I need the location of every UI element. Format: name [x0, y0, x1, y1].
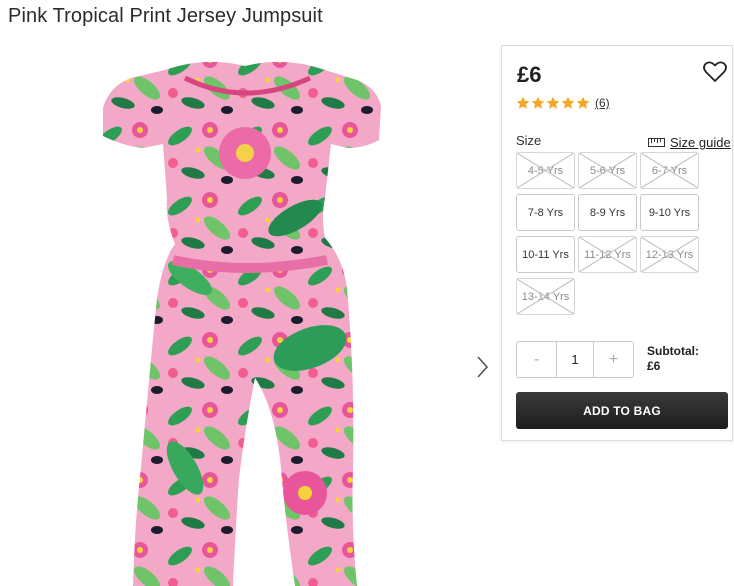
quantity-increase-button[interactable]: + [594, 342, 633, 377]
subtotal-value: £6 [647, 359, 661, 373]
size-option-label: 4-5 Yrs [527, 164, 564, 177]
quantity-decrease-button[interactable]: - [517, 342, 556, 377]
size-option-label: 11-12 Yrs [584, 248, 631, 261]
star-rating: (6) [516, 95, 610, 111]
star-icon [531, 96, 545, 109]
quantity-value[interactable]: 1 [556, 342, 594, 377]
size-option-label: 10-11 Yrs [522, 248, 569, 261]
size-option-label: 6-7 Yrs [651, 164, 688, 177]
subtotal-label: Subtotal: [647, 344, 699, 358]
size-guide-link[interactable]: Size guide [648, 135, 731, 150]
price: £6 [517, 62, 542, 87]
star-icon [576, 96, 590, 109]
size-label: Size [516, 133, 542, 148]
rating-stars [516, 96, 591, 110]
size-option[interactable]: 10-11 Yrs [516, 236, 575, 273]
jumpsuit-illustration [95, 48, 395, 586]
size-option-label: 7-8 Yrs [527, 206, 564, 219]
size-option[interactable]: 9-10 Yrs [640, 194, 699, 231]
size-guide-label: Size guide [670, 135, 731, 150]
size-option-label: 12-13 Yrs [645, 248, 694, 261]
star-icon [561, 96, 575, 109]
size-option[interactable]: 4-5 Yrs [516, 152, 575, 189]
size-option[interactable]: 12-13 Yrs [640, 236, 699, 273]
size-option-label: 9-10 Yrs [648, 206, 691, 219]
size-option[interactable]: 7-8 Yrs [516, 194, 575, 231]
star-icon [516, 96, 530, 109]
quantity-stepper: - 1 + [516, 341, 634, 378]
size-option-label: 8-9 Yrs [589, 206, 626, 219]
wishlist-button[interactable] [702, 60, 728, 84]
star-icon [546, 96, 560, 109]
subtotal: Subtotal: £6 [647, 344, 699, 374]
next-image-button[interactable] [470, 352, 494, 382]
page-title: Pink Tropical Print Jersey Jumpsuit [8, 5, 323, 27]
size-option[interactable]: 8-9 Yrs [578, 194, 637, 231]
size-option[interactable]: 13-14 Yrs [516, 278, 575, 315]
heart-icon [703, 61, 727, 82]
size-option[interactable]: 11-12 Yrs [578, 236, 637, 273]
review-count-link[interactable]: (6) [595, 96, 610, 110]
size-option-label: 5-6 Yrs [589, 164, 626, 177]
chevron-right-icon [477, 356, 489, 378]
buy-panel: £6 (6) Size Size guide 4-5 Yrs 5-6 Yrs 6-7… [501, 45, 733, 441]
size-option[interactable]: 6-7 Yrs [640, 152, 699, 189]
size-option-label: 13-14 Yrs [521, 290, 570, 303]
add-to-bag-button[interactable]: ADD TO BAG [516, 392, 728, 429]
size-options: 4-5 Yrs 5-6 Yrs 6-7 Yrs 7-8 Yrs 8-9 Yrs 9-10 … [516, 152, 706, 315]
size-option[interactable]: 5-6 Yrs [578, 152, 637, 189]
ruler-icon [648, 138, 665, 147]
product-image[interactable] [95, 48, 395, 586]
